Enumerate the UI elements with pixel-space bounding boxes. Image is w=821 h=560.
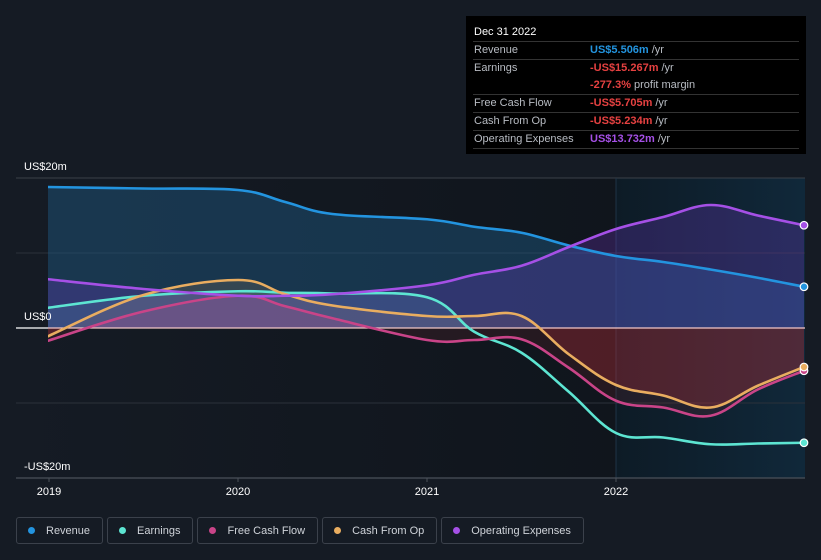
tooltip-row-value: -US$5.705m (590, 97, 653, 109)
tooltip-row: Operating Expenses US$13.732m/yr (473, 131, 799, 149)
tooltip-row-label (473, 77, 590, 94)
legend-item-cash-from-op[interactable]: Cash From Op (322, 517, 438, 544)
tooltip-row-unit: /yr (655, 97, 668, 109)
legend-dot-icon (334, 527, 342, 534)
legend: Revenue Earnings Free Cash Flow Cash From O… (16, 517, 584, 544)
y-tick-label: -US$20m (24, 461, 70, 473)
legend-item-revenue[interactable]: Revenue (16, 517, 104, 544)
tooltip-row-value: US$13.732m (590, 133, 655, 145)
end-marker-earnings (799, 438, 809, 448)
x-tick-label: 2021 (415, 486, 439, 498)
tooltip-row: -277.3% profit margin (473, 77, 799, 95)
legend-dot-icon (209, 527, 217, 534)
y-tick-label: US$0 (24, 311, 52, 323)
end-marker-cash-from-op (799, 362, 809, 372)
tooltip-row-label: Operating Expenses (474, 133, 574, 145)
tooltip-row-unit: /yr (651, 44, 664, 56)
end-marker-operating-expenses (799, 220, 809, 230)
tooltip-row-label: Cash From Op (474, 115, 547, 127)
tooltip-row: Revenue US$5.506m/yr (473, 42, 799, 60)
tooltip-row-label: Free Cash Flow (474, 97, 552, 109)
legend-dot-icon (453, 527, 461, 534)
legend-item-free-cash-flow[interactable]: Free Cash Flow (197, 517, 319, 544)
tooltip-row-label: Revenue (474, 44, 519, 56)
legend-label: Revenue (46, 524, 91, 537)
tooltip-row-value: -US$15.267m (590, 62, 659, 74)
legend-label: Free Cash Flow (227, 524, 306, 537)
legend-item-earnings[interactable]: Earnings (107, 517, 194, 544)
x-tick-label: 2019 (37, 486, 61, 498)
x-tick-label: 2022 (604, 486, 628, 498)
tooltip-row-value: -277.3% (590, 79, 631, 91)
tooltip-date: Dec 31 2022 (473, 24, 799, 42)
tooltip-row: Free Cash Flow -US$5.705m/yr (473, 95, 799, 113)
legend-dot-icon (119, 527, 127, 534)
tooltip-row: Earnings -US$15.267m/yr (473, 60, 799, 77)
legend-label: Operating Expenses (471, 524, 571, 537)
tooltip-row-unit: /yr (655, 115, 668, 127)
legend-item-operating-expenses[interactable]: Operating Expenses (441, 517, 584, 544)
legend-label: Cash From Op (352, 524, 425, 537)
end-marker-revenue (799, 282, 809, 292)
tooltip-row-unit: /yr (657, 133, 671, 145)
tooltip-row-value: US$5.506m (590, 44, 649, 56)
x-axis: 2019 2020 2021 2022 (16, 477, 805, 498)
legend-dot-icon (28, 527, 35, 534)
legend-label: Earnings (137, 524, 181, 537)
tooltip-row: Cash From Op -US$5.234m/yr (473, 113, 799, 131)
tooltip: Dec 31 2022 Revenue US$5.506m/yr Earnings -… (466, 16, 806, 154)
tooltip-row-value: -US$5.234m (590, 115, 653, 127)
tooltip-row-label: Earnings (474, 62, 518, 74)
tooltip-row-unit: /yr (661, 62, 674, 74)
y-tick-label: US$20m (24, 161, 67, 173)
tooltip-row-unit: profit margin (633, 79, 696, 91)
x-tick-label: 2020 (226, 486, 250, 498)
